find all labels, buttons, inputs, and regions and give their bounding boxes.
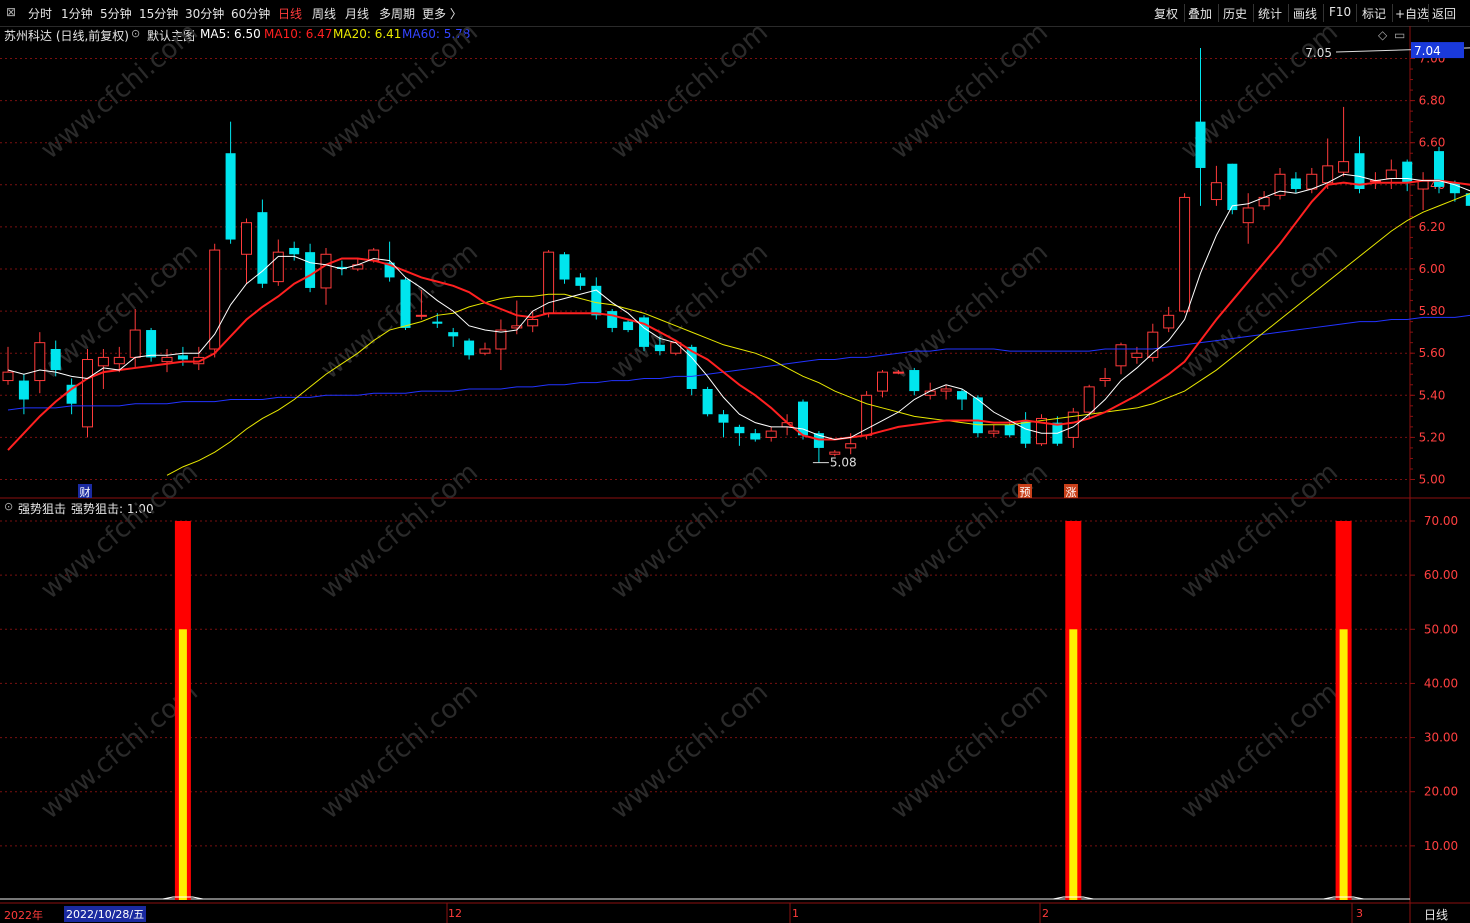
candle-body-down <box>702 388 713 415</box>
candle-body-up <box>241 222 252 255</box>
candle-body-down <box>654 344 665 352</box>
candle-body-down <box>1004 424 1015 436</box>
candle-body-up <box>892 371 904 374</box>
candle-body-up <box>527 319 539 327</box>
candle-body-up <box>415 314 427 317</box>
candle-body-up <box>320 253 332 289</box>
candle-body-up <box>495 329 507 350</box>
price-tick-label: 5.40 <box>1419 388 1446 402</box>
candle-body-down <box>289 247 300 255</box>
watermark: www.cfchi.com <box>605 677 774 825</box>
watermark: www.cfchi.com <box>315 17 484 165</box>
candle-body-down <box>50 348 61 371</box>
candle-body-down <box>177 355 188 360</box>
candle-body-down <box>718 414 729 423</box>
candle-body-up <box>2 371 14 382</box>
watermark: www.cfchi.com <box>315 677 484 825</box>
signal-bar-yellow <box>1069 629 1078 900</box>
candle-body-down <box>448 332 459 337</box>
price-tick-label: 6.20 <box>1419 220 1446 234</box>
watermark: www.cfchi.com <box>35 17 204 165</box>
candle-body-down <box>1020 420 1031 444</box>
candle-body-down <box>1195 121 1206 168</box>
candle-body-down <box>623 321 634 331</box>
candle-body-down <box>257 212 268 284</box>
price-tick-label: 5.20 <box>1419 430 1446 444</box>
price-tick-label: 5.60 <box>1419 346 1446 360</box>
candle-body-up <box>1210 182 1222 201</box>
candle-body-up <box>1385 169 1397 179</box>
indicator-tick-label: 20.00 <box>1424 785 1458 799</box>
candle-body-up <box>829 451 841 455</box>
signal-bar-yellow <box>1339 629 1348 900</box>
price-tick-label: 5.00 <box>1419 473 1446 487</box>
candle-body-up <box>113 356 125 365</box>
signal-bar-yellow <box>178 629 187 900</box>
candle-body-down <box>750 433 761 440</box>
indicator-tick-label: 50.00 <box>1424 622 1458 636</box>
candle-body-up <box>97 356 109 367</box>
candle-body-down <box>225 153 236 240</box>
indicator-tick-label: 60.00 <box>1424 568 1458 582</box>
event-marker-label: 涨 <box>1066 486 1077 499</box>
candle-body-down <box>432 321 443 324</box>
candle-body-up <box>1163 314 1175 329</box>
low-annotation-label: 5.08 <box>830 456 857 470</box>
candle-body-up <box>765 430 777 438</box>
high-annotation-label: 7.05 <box>1305 46 1332 60</box>
candle-body-down <box>464 340 475 356</box>
candle-body-up <box>670 342 682 354</box>
candle-body-down <box>734 426 745 434</box>
candle-body-up <box>1322 165 1334 184</box>
indicator-tick-label: 10.00 <box>1424 839 1458 853</box>
candle-body-down <box>575 277 586 286</box>
price-tick-label: 6.60 <box>1419 136 1446 150</box>
candle-body-down <box>305 252 316 288</box>
price-tick-label: 6.00 <box>1419 262 1446 276</box>
candle-body-up <box>988 430 1000 434</box>
candle-body-down <box>909 370 920 392</box>
watermark: www.cfchi.com <box>885 677 1054 825</box>
event-marker-label: 财 <box>80 485 91 499</box>
candle-body-down <box>1290 178 1301 190</box>
watermark: www.cfchi.com <box>605 17 774 165</box>
candle-body-up <box>479 348 491 354</box>
candle-body-up <box>161 356 173 363</box>
candle-body-up <box>129 329 141 358</box>
candle-body-up <box>1083 386 1095 413</box>
indicator-tick-label: 70.00 <box>1424 514 1458 528</box>
candle-body-down <box>957 391 967 400</box>
candle-body-up <box>82 359 93 428</box>
indicator-tick-label: 40.00 <box>1424 676 1458 690</box>
candle-body-up <box>877 371 888 392</box>
watermark: www.cfchi.com <box>1175 677 1344 825</box>
candle-body-up <box>1115 344 1127 367</box>
kline-chart[interactable]: 7.006.806.606.406.206.005.805.605.405.20… <box>0 0 1470 923</box>
candle-body-up <box>34 342 46 382</box>
candle-body-up <box>1131 352 1143 358</box>
candle-body-down <box>1402 161 1413 183</box>
candle-body-up <box>1099 377 1111 382</box>
candle-body-down <box>400 279 411 328</box>
current-price-label: 7.04 <box>1414 44 1441 58</box>
candle-body-up <box>845 443 857 449</box>
indicator-tick-label: 30.00 <box>1424 731 1458 745</box>
candle-body-up <box>1179 196 1191 312</box>
candle-body-up <box>940 388 952 392</box>
price-tick-label: 5.80 <box>1419 304 1446 318</box>
candle-body-down <box>18 380 29 400</box>
candle-body-down <box>559 254 570 280</box>
candle-body-up <box>1306 173 1318 190</box>
event-marker-label: 预 <box>1020 486 1031 499</box>
candle-body-down <box>607 311 618 328</box>
candle-body-up <box>1242 207 1254 224</box>
watermark: www.cfchi.com <box>885 17 1054 165</box>
candle-body-down <box>1227 163 1238 211</box>
candle-body-up <box>1338 161 1350 173</box>
price-tick-label: 6.80 <box>1419 94 1446 108</box>
candle-body-down <box>146 330 157 358</box>
